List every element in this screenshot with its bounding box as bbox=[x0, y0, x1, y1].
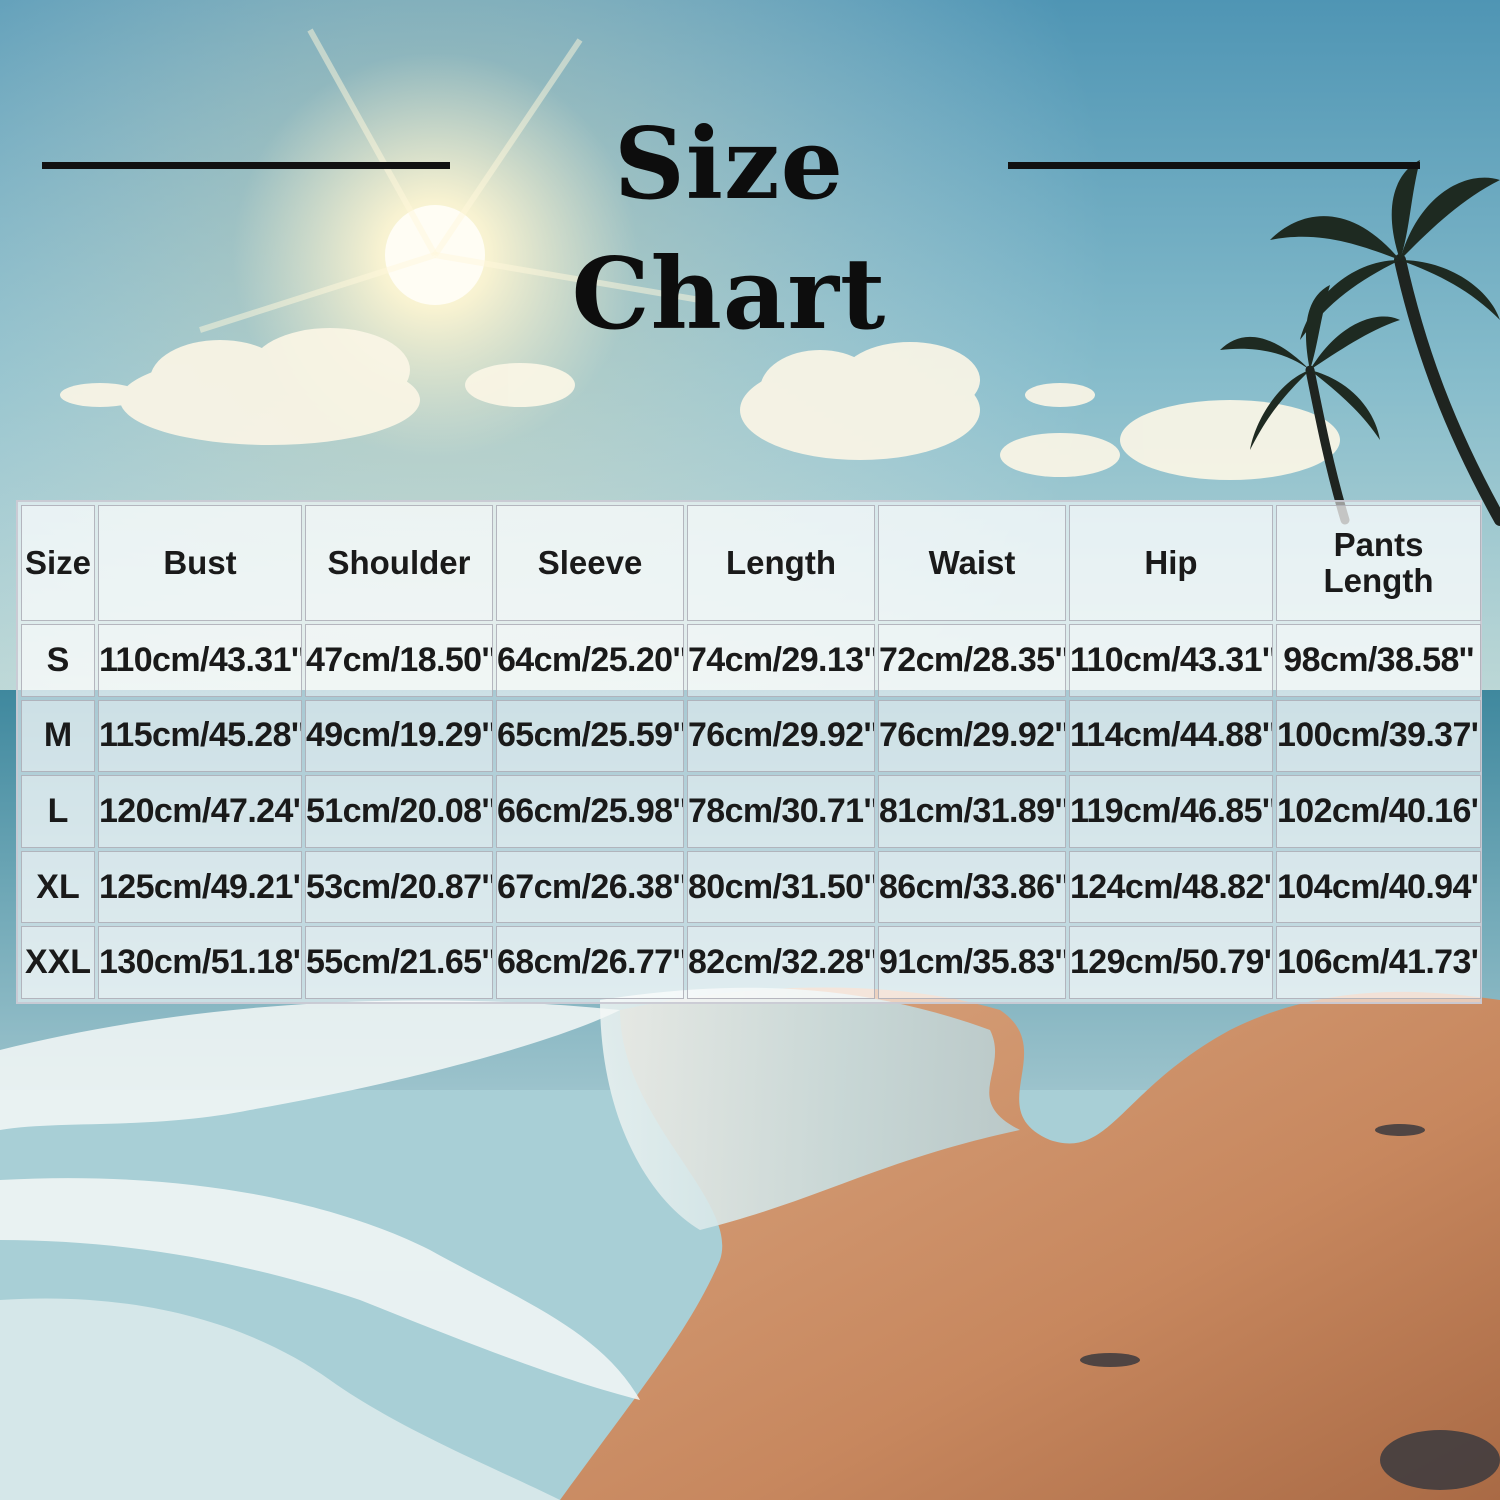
shoulder-cell: 53cm/20.87'' bbox=[305, 850, 493, 924]
header-sleeve: Sleeve bbox=[496, 505, 684, 621]
page-title: Size Chart bbox=[571, 107, 887, 352]
sleeve-cell: 64cm/25.20'' bbox=[496, 624, 684, 697]
hip-cell: 129cm/50.79'' bbox=[1069, 926, 1273, 999]
length-cell: 76cm/29.92'' bbox=[687, 699, 875, 773]
length-cell: 74cm/29.13'' bbox=[687, 624, 875, 697]
bust-cell: 115cm/45.28'' bbox=[98, 699, 302, 773]
size-table-panel: Size Bust Shoulder Sleeve Length Waist H… bbox=[16, 500, 1482, 1004]
pants-length-cell: 104cm/40.94'' bbox=[1276, 850, 1481, 924]
pants-length-cell: 102cm/40.16'' bbox=[1276, 775, 1481, 848]
header-size: Size bbox=[21, 505, 95, 621]
length-cell: 80cm/31.50'' bbox=[687, 850, 875, 924]
sleeve-cell: 65cm/25.59'' bbox=[496, 699, 684, 773]
hip-cell: 110cm/43.31'' bbox=[1069, 624, 1273, 697]
title-rule-left bbox=[42, 162, 450, 169]
shoulder-cell: 55cm/21.65'' bbox=[305, 926, 493, 999]
header-bust: Bust bbox=[98, 505, 302, 621]
shoulder-cell: 51cm/20.08'' bbox=[305, 775, 493, 848]
bust-cell: 110cm/43.31'' bbox=[98, 624, 302, 697]
sleeve-cell: 66cm/25.98'' bbox=[496, 775, 684, 848]
hip-cell: 119cm/46.85'' bbox=[1069, 775, 1273, 848]
shoulder-cell: 47cm/18.50'' bbox=[305, 624, 493, 697]
size-cell: L bbox=[21, 775, 95, 848]
table-row: M 115cm/45.28'' 49cm/19.29'' 65cm/25.59'… bbox=[21, 699, 1481, 773]
waist-cell: 72cm/28.35'' bbox=[878, 624, 1066, 697]
waist-cell: 86cm/33.86'' bbox=[878, 850, 1066, 924]
size-table: Size Bust Shoulder Sleeve Length Waist H… bbox=[18, 502, 1484, 1002]
header-length: Length bbox=[687, 505, 875, 621]
title-rule-right bbox=[1008, 162, 1420, 169]
length-cell: 78cm/30.71'' bbox=[687, 775, 875, 848]
table-row: S 110cm/43.31'' 47cm/18.50'' 64cm/25.20'… bbox=[21, 624, 1481, 697]
header-waist: Waist bbox=[878, 505, 1066, 621]
pants-length-cell: 106cm/41.73'' bbox=[1276, 926, 1481, 999]
header-pants-length: Pants Length bbox=[1276, 505, 1481, 621]
sleeve-cell: 68cm/26.77'' bbox=[496, 926, 684, 999]
size-cell: XL bbox=[21, 850, 95, 924]
size-cell: M bbox=[21, 699, 95, 773]
bust-cell: 125cm/49.21'' bbox=[98, 850, 302, 924]
table-row: L 120cm/47.24'' 51cm/20.08'' 66cm/25.98'… bbox=[21, 775, 1481, 848]
table-row: XXL 130cm/51.18'' 55cm/21.65'' 68cm/26.7… bbox=[21, 926, 1481, 999]
shoulder-cell: 49cm/19.29'' bbox=[305, 699, 493, 773]
length-cell: 82cm/32.28'' bbox=[687, 926, 875, 999]
sleeve-cell: 67cm/26.38'' bbox=[496, 850, 684, 924]
size-cell: S bbox=[21, 624, 95, 697]
bust-cell: 130cm/51.18'' bbox=[98, 926, 302, 999]
header-row: Size Bust Shoulder Sleeve Length Waist H… bbox=[21, 505, 1481, 621]
header-hip: Hip bbox=[1069, 505, 1273, 621]
waist-cell: 76cm/29.92'' bbox=[878, 699, 1066, 773]
header-shoulder: Shoulder bbox=[305, 505, 493, 621]
waist-cell: 81cm/31.89'' bbox=[878, 775, 1066, 848]
pants-length-cell: 100cm/39.37'' bbox=[1276, 699, 1481, 773]
hip-cell: 124cm/48.82'' bbox=[1069, 850, 1273, 924]
waist-cell: 91cm/35.83'' bbox=[878, 926, 1066, 999]
size-cell: XXL bbox=[21, 926, 95, 999]
table-row: XL 125cm/49.21'' 53cm/20.87'' 67cm/26.38… bbox=[21, 850, 1481, 924]
bust-cell: 120cm/47.24'' bbox=[98, 775, 302, 848]
pants-length-cell: 98cm/38.58'' bbox=[1276, 624, 1481, 697]
hip-cell: 114cm/44.88'' bbox=[1069, 699, 1273, 773]
